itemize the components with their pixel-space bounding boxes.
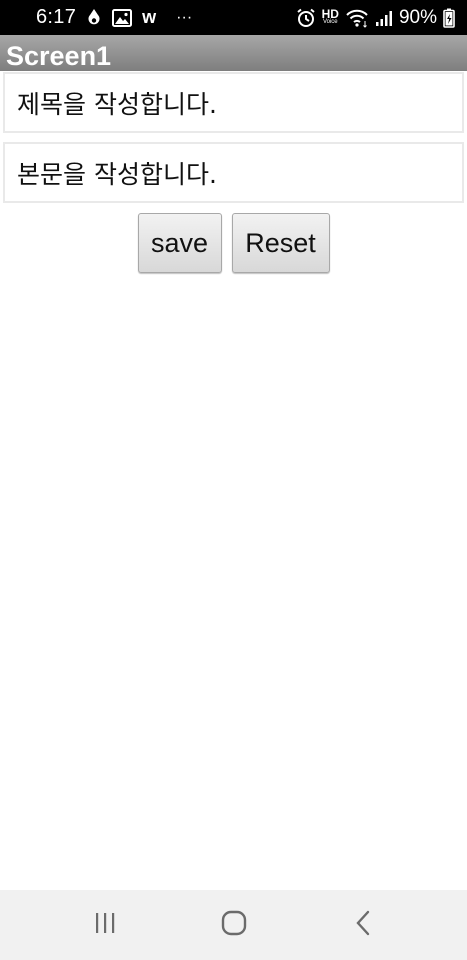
navigation-bar (0, 890, 467, 960)
title-bar: Screen1 (0, 35, 467, 71)
home-button[interactable] (204, 895, 264, 955)
app-screen: 6:17 w ··· HD Voice 90% Screen1 제목을 작성합니… (0, 0, 467, 960)
body-input[interactable]: 본문을 작성합니다. (3, 142, 464, 203)
back-button[interactable] (333, 895, 393, 955)
status-left-group: 6:17 w ··· (36, 6, 192, 29)
w-app-icon: w (142, 7, 157, 27)
body-input-value: 본문을 작성합니다. (17, 159, 217, 189)
recent-apps-icon (93, 912, 117, 939)
more-dots-icon: ··· (176, 8, 193, 26)
wifi-icon (345, 8, 369, 28)
gallery-icon (112, 8, 133, 27)
back-icon (355, 910, 371, 941)
button-row: save Reset (0, 213, 467, 275)
status-right-group: HD Voice 90% (296, 7, 455, 29)
save-button[interactable]: save (137, 213, 222, 273)
recent-apps-button[interactable] (75, 895, 135, 955)
location-drop-icon (86, 8, 102, 28)
screen-title: Screen1 (6, 41, 112, 71)
home-icon (221, 910, 247, 941)
status-time: 6:17 (36, 6, 77, 28)
battery-charging-icon (443, 8, 455, 28)
battery-percent: 90% (398, 6, 437, 28)
alarm-icon (296, 8, 316, 28)
reset-button[interactable]: Reset (231, 213, 330, 273)
title-input[interactable]: 제목을 작성합니다. (3, 72, 464, 133)
signal-icon (375, 9, 393, 27)
status-bar: 6:17 w ··· HD Voice 90% (0, 0, 467, 35)
hd-voice-icon: HD Voice (322, 9, 339, 25)
voice-label: Voice (322, 18, 338, 25)
title-input-value: 제목을 작성합니다. (17, 89, 217, 119)
